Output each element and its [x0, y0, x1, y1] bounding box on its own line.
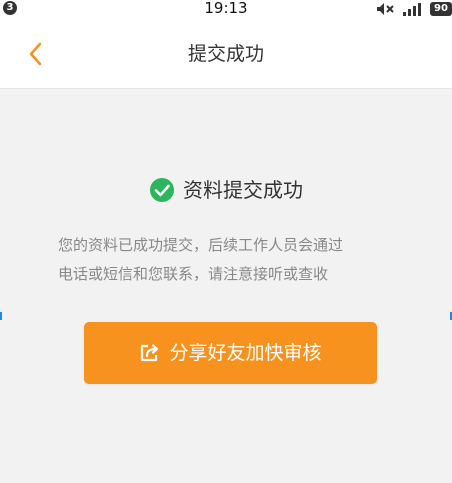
check-circle-icon	[150, 178, 174, 202]
result-description: 您的资料已成功提交，后续工作人员会通过 电话或短信和您联系，请注意接听或查收	[58, 231, 408, 289]
mute-icon	[377, 3, 394, 15]
status-bar: 3 19:13 90	[0, 0, 452, 20]
description-line-1: 您的资料已成功提交，后续工作人员会通过	[58, 236, 344, 254]
signal-icon	[403, 3, 421, 16]
nav-bar: 提交成功	[0, 20, 452, 89]
status-icons: 90	[376, 0, 452, 18]
success-title: 资料提交成功	[183, 178, 303, 202]
edge-marker-left	[0, 312, 2, 320]
share-icon	[141, 344, 159, 362]
page-title: 提交成功	[187, 43, 264, 65]
share-button-label: 分享好友加快审核	[169, 342, 322, 364]
share-friends-button[interactable]: 分享好友加快审核	[84, 322, 377, 384]
battery-icon: 90	[430, 2, 452, 16]
success-header: 资料提交成功	[0, 176, 452, 204]
description-line-2: 电话或短信和您联系，请注意接听或查收	[58, 265, 329, 283]
